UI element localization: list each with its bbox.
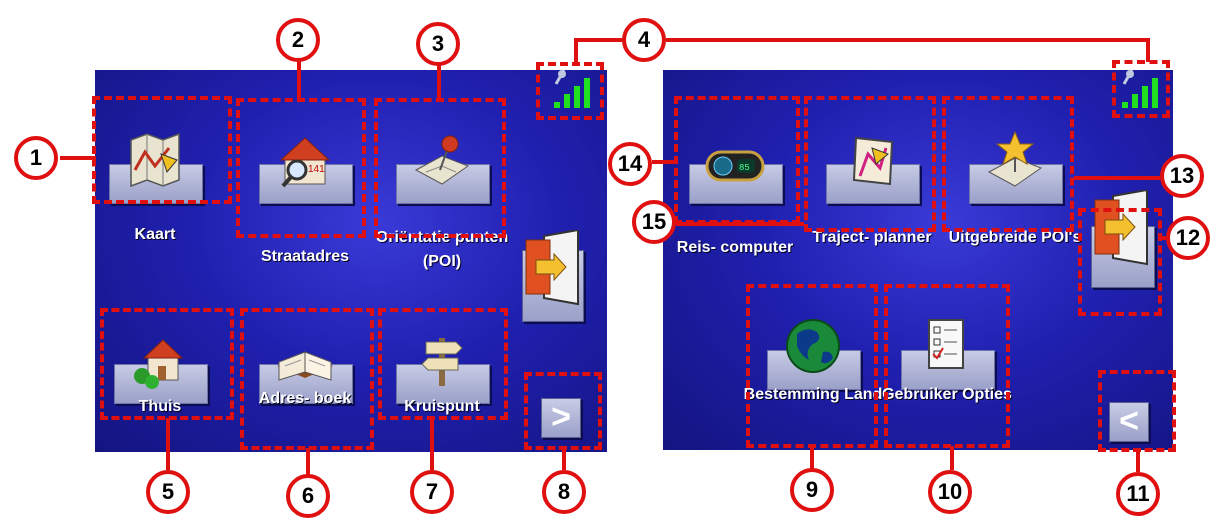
user-options-label: Gebruiker Opties bbox=[882, 386, 1012, 403]
user-options-button[interactable]: Gebruiker Opties bbox=[882, 296, 1012, 446]
svg-text:85: 85 bbox=[739, 163, 750, 173]
address-book-icon bbox=[277, 351, 333, 381]
home-button[interactable]: Thuis bbox=[100, 310, 220, 460]
gps-signal-icon bbox=[1122, 69, 1158, 108]
callout-4: 4 bbox=[622, 18, 666, 62]
extended-poi-icon bbox=[987, 130, 1043, 187]
trip-computer-icon: 85 bbox=[705, 150, 765, 182]
callout-14: 14 bbox=[608, 142, 652, 186]
street-address-button[interactable]: 141 Straatadres bbox=[245, 110, 365, 265]
svg-text:141: 141 bbox=[308, 164, 325, 175]
map-icon bbox=[130, 132, 180, 188]
callout-12: 12 bbox=[1166, 216, 1210, 260]
home-icon bbox=[134, 339, 184, 389]
destination-country-label: Bestemming Land bbox=[743, 386, 883, 403]
gps-signal-icon bbox=[554, 69, 590, 108]
callout-13: 13 bbox=[1160, 154, 1204, 198]
map-label: Kaart bbox=[134, 226, 176, 243]
callout-6: 6 bbox=[286, 474, 330, 518]
map-button[interactable]: Kaart bbox=[95, 110, 215, 260]
main-menu-screen-1: Kaart 141 Straatadres Oriëntatie punten … bbox=[95, 70, 607, 452]
extended-poi-label: Uitgebreide POI's bbox=[948, 229, 1082, 246]
street-address-label: Straatadres bbox=[260, 248, 350, 265]
exit-button[interactable] bbox=[518, 230, 584, 322]
poi-button[interactable]: Oriëntatie punten (POI) bbox=[376, 110, 508, 270]
callout-8: 8 bbox=[542, 470, 586, 514]
route-planner-button[interactable]: Traject- planner bbox=[812, 110, 932, 260]
globe-icon bbox=[786, 319, 840, 373]
callout-15: 15 bbox=[632, 200, 676, 244]
route-planner-icon bbox=[852, 136, 894, 186]
callout-10: 10 bbox=[928, 470, 972, 514]
exit-door-icon bbox=[1094, 190, 1148, 266]
previous-page-button[interactable]: < bbox=[1109, 402, 1149, 442]
signpost-icon bbox=[421, 338, 463, 386]
main-menu-screen-2: 85 Reis- computer Traject- planner Uitge… bbox=[663, 70, 1173, 450]
exit-button[interactable] bbox=[1085, 190, 1155, 288]
callout-11: 11 bbox=[1116, 472, 1160, 516]
checklist-icon bbox=[928, 319, 964, 369]
extended-poi-button[interactable]: Uitgebreide POI's bbox=[949, 110, 1081, 260]
exit-door-icon bbox=[525, 230, 579, 306]
home-label: Thuis bbox=[138, 398, 182, 415]
callout-3: 3 bbox=[416, 22, 460, 66]
intersection-button[interactable]: Kruispunt bbox=[382, 310, 502, 460]
address-book-label: Adres- boek bbox=[258, 390, 352, 407]
callout-2: 2 bbox=[276, 18, 320, 62]
callout-7: 7 bbox=[410, 470, 454, 514]
poi-pin-icon bbox=[414, 135, 470, 185]
callout-5: 5 bbox=[146, 470, 190, 514]
poi-label: Oriëntatie punten (POI) bbox=[375, 229, 509, 270]
callout-9: 9 bbox=[790, 468, 834, 512]
trip-computer-button[interactable]: 85 Reis- computer bbox=[675, 110, 795, 260]
callout-1: 1 bbox=[14, 136, 58, 180]
address-book-button[interactable]: Adres- boek bbox=[245, 310, 365, 460]
intersection-label: Kruispunt bbox=[404, 398, 480, 415]
route-planner-label: Traject- planner bbox=[812, 229, 932, 246]
house-search-icon: 141 bbox=[279, 137, 331, 188]
trip-computer-label: Reis- computer bbox=[676, 239, 794, 256]
destination-country-button[interactable]: Bestemming Land bbox=[744, 296, 882, 446]
next-page-button[interactable]: > bbox=[541, 398, 581, 438]
